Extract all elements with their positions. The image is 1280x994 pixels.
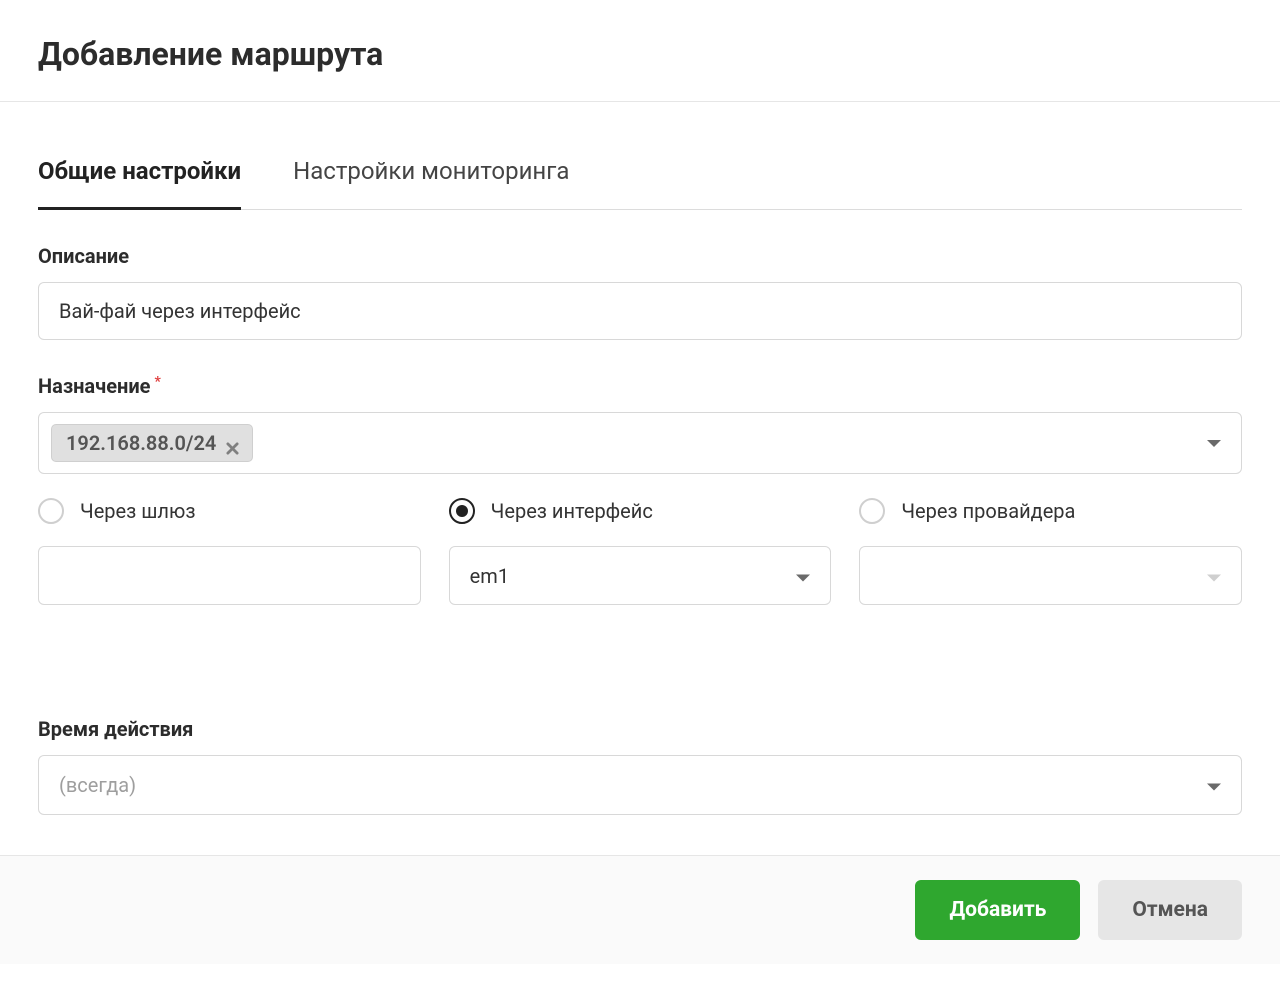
destination-tag: 192.168.88.0/24 — [51, 424, 253, 462]
interface-column: Через интерфейс em1 — [449, 498, 832, 605]
tab-monitoring-settings[interactable]: Настройки мониторинга — [293, 157, 569, 210]
chevron-down-icon — [796, 564, 810, 588]
destination-tag-text: 192.168.88.0/24 — [66, 431, 216, 455]
add-button[interactable]: Добавить — [915, 880, 1080, 940]
description-group: Описание — [38, 244, 1242, 340]
footer-actions: Добавить Отмена — [0, 855, 1280, 964]
description-label: Описание — [38, 244, 1242, 268]
gateway-column: Через шлюз — [38, 498, 421, 605]
provider-select[interactable] — [859, 546, 1242, 605]
required-marker: * — [154, 374, 160, 390]
radio-provider[interactable]: Через провайдера — [859, 498, 1242, 524]
chevron-down-icon[interactable] — [1207, 433, 1221, 454]
interface-select-value: em1 — [470, 564, 509, 588]
radio-circle-interface — [449, 498, 475, 524]
spacer — [38, 605, 1242, 683]
chevron-down-icon — [1207, 564, 1221, 588]
description-input[interactable] — [38, 282, 1242, 340]
radio-gateway[interactable]: Через шлюз — [38, 498, 421, 524]
radio-interface[interactable]: Через интерфейс — [449, 498, 832, 524]
close-icon[interactable] — [226, 436, 240, 450]
radio-circle-gateway — [38, 498, 64, 524]
provider-column: Через провайдера — [859, 498, 1242, 605]
destination-input[interactable]: 192.168.88.0/24 — [38, 412, 1242, 474]
destination-label: Назначение* — [38, 374, 1242, 398]
active-time-label: Время действия — [38, 717, 1242, 741]
radio-circle-provider — [859, 498, 885, 524]
form-content: Общие настройки Настройки мониторинга Оп… — [0, 156, 1280, 815]
chevron-down-icon — [1207, 773, 1221, 797]
gateway-input[interactable] — [38, 546, 421, 605]
active-time-group: Время действия (всегда) — [38, 717, 1242, 815]
radio-label-provider: Через провайдера — [901, 499, 1075, 523]
cancel-button[interactable]: Отмена — [1098, 880, 1242, 940]
header-divider — [0, 101, 1280, 102]
tab-general-settings[interactable]: Общие настройки — [38, 157, 241, 210]
destination-label-text: Назначение — [38, 374, 150, 398]
active-time-select[interactable]: (всегда) — [38, 755, 1242, 815]
radio-label-interface: Через интерфейс — [491, 499, 653, 523]
tab-bar: Общие настройки Настройки мониторинга — [38, 156, 1242, 210]
interface-select[interactable]: em1 — [449, 546, 832, 605]
destination-group: Назначение* 192.168.88.0/24 — [38, 374, 1242, 474]
active-time-placeholder: (всегда) — [59, 773, 136, 797]
page-title: Добавление маршрута — [0, 0, 1280, 101]
route-via-row: Через шлюз Через интерфейс em1 Через про… — [38, 498, 1242, 605]
radio-label-gateway: Через шлюз — [80, 499, 195, 523]
